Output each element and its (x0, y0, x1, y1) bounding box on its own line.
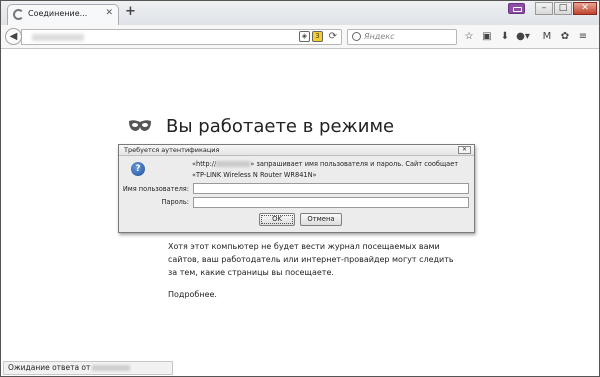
address-bar[interactable]: ◈ 3 ⟳ (21, 29, 342, 45)
search-placeholder: Яндекс (364, 32, 395, 41)
downloads-icon[interactable]: ⬇ (498, 29, 512, 44)
dialog-title-bar: Требуется аутентификация ✕ (119, 145, 474, 156)
auth-dialog: Требуется аутентификация ✕ ? «http://» з… (118, 144, 475, 233)
status-text: Ожидание ответа от (8, 363, 91, 372)
tab-title: Соединение... (28, 9, 88, 18)
dialog-message: «http://» запрашивает имя пользователя и… (192, 159, 470, 181)
private-description: Хотя этот компьютер не будет вести журна… (168, 242, 454, 277)
url-addon-icons: ◈ 3 (297, 31, 323, 42)
dialog-close-button[interactable]: ✕ (458, 146, 471, 154)
private-browsing-icon (508, 3, 525, 14)
status-bar: Ожидание ответа от (3, 361, 173, 375)
password-field[interactable] (193, 197, 469, 208)
tab-active[interactable]: Соединение... ✕ (7, 4, 119, 25)
search-bar[interactable]: Яндекс (347, 29, 457, 45)
blurred-host (92, 365, 131, 371)
close-window-button[interactable]: ✕ (573, 2, 597, 15)
cancel-button[interactable]: Отмена (300, 213, 342, 226)
reload-icon[interactable]: ⟳ (329, 31, 337, 42)
back-button[interactable]: ◀ (5, 28, 22, 45)
badge-icon[interactable]: 3 (312, 31, 323, 42)
tab-close-icon[interactable]: ✕ (105, 8, 113, 18)
extension-icon[interactable]: ✿ (558, 29, 572, 44)
loading-icon (13, 9, 24, 20)
private-mask-icon (129, 120, 151, 131)
password-label: Пароль: (161, 198, 189, 206)
addon-icon[interactable]: ◈ (299, 31, 310, 42)
question-icon: ? (131, 162, 145, 176)
dialog-title: Требуется аутентификация (124, 146, 220, 154)
username-field[interactable] (193, 183, 469, 194)
mail-icon[interactable]: M (540, 29, 554, 44)
new-tab-button[interactable]: + (125, 4, 136, 19)
page-title: Вы работаете в режиме (166, 116, 395, 137)
maximize-button[interactable]: □ (554, 2, 572, 15)
navigation-toolbar: ◈ 3 ⟳ ◀ Яндекс ☆ ▣ ⬇ ●▾ M ✿ ≡ (1, 25, 599, 49)
menu-icon[interactable]: ≡ (576, 29, 590, 44)
title-bar: Соединение... ✕ + – □ ✕ (1, 1, 599, 25)
minimize-button[interactable]: – (535, 2, 553, 15)
message-prefix: «http:// (192, 160, 217, 168)
ok-button[interactable]: OK (259, 213, 295, 226)
blurred-url (32, 34, 84, 41)
bookmark-star-icon[interactable]: ☆ (462, 29, 476, 44)
bookmarks-list-icon[interactable]: ▣ (480, 29, 494, 44)
addon-menu-icon[interactable]: ●▾ (516, 29, 530, 44)
search-icon (352, 32, 361, 41)
learn-more-link[interactable]: Подробнее. (168, 290, 217, 299)
browser-window: Соединение... ✕ + – □ ✕ ◈ 3 ⟳ ◀ Яндекс ☆ … (0, 0, 600, 377)
username-label: Имя пользователя: (122, 185, 189, 193)
blurred-address (216, 161, 251, 167)
